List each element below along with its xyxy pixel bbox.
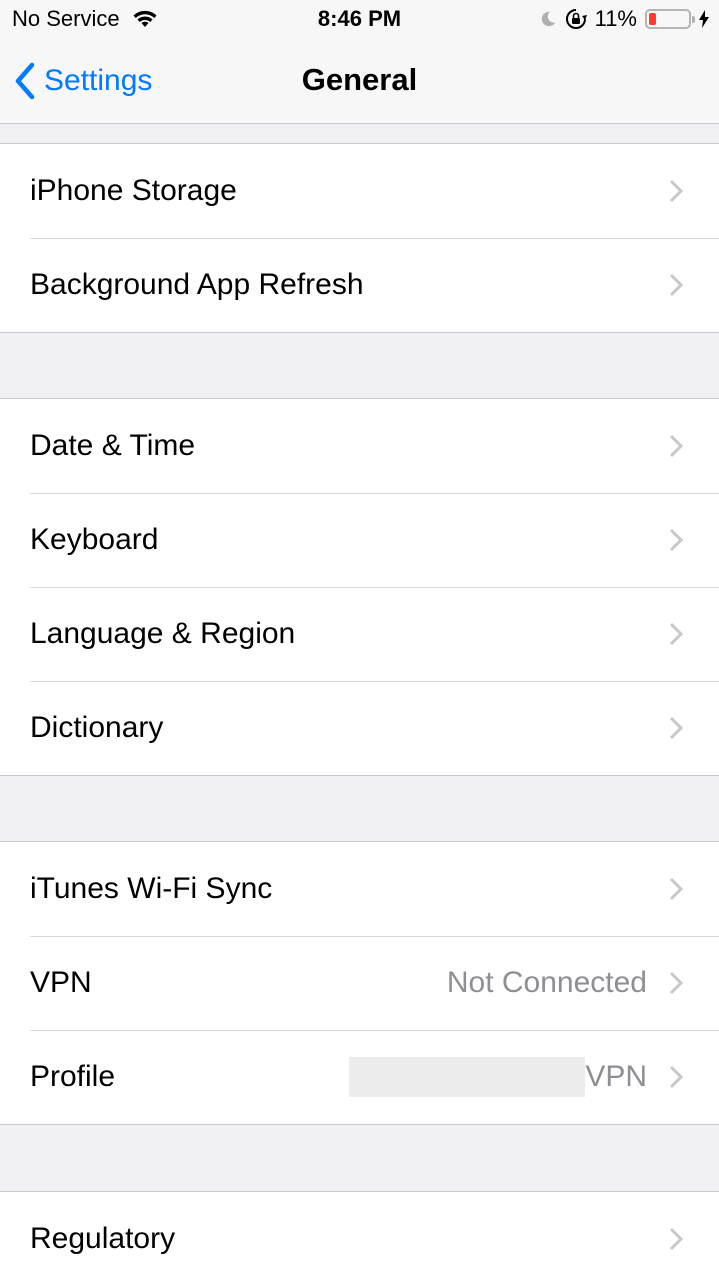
chevron-right-icon <box>669 971 683 995</box>
chevron-left-icon <box>15 62 35 100</box>
redacted-block <box>349 1057 586 1097</box>
row-regulatory[interactable]: Regulatory <box>0 1192 719 1280</box>
row-label: Regulatory <box>30 1222 176 1255</box>
row-label: Background App Refresh <box>30 268 364 301</box>
top-bar: No Service 8:46 PM 11% Settings General <box>0 0 719 124</box>
carrier-label: No Service <box>12 6 120 31</box>
row-keyboard[interactable]: Keyboard <box>0 493 719 587</box>
row-language-region[interactable]: Language & Region <box>0 587 719 681</box>
chevron-right-icon <box>669 179 683 203</box>
do-not-disturb-moon-icon <box>541 11 555 27</box>
row-label: iPhone Storage <box>30 174 237 207</box>
charging-bolt-icon <box>699 10 709 28</box>
chevron-right-icon <box>669 716 683 740</box>
profile-value: VPN <box>585 1060 647 1093</box>
chevron-right-icon <box>669 1227 683 1251</box>
row-label: VPN <box>30 966 92 999</box>
battery-icon <box>645 9 695 29</box>
battery-level <box>649 13 656 25</box>
chevron-right-icon <box>669 434 683 458</box>
settings-group-locale: Date & Time Keyboard Language & Region D… <box>0 398 719 776</box>
row-itunes-wifi-sync[interactable]: iTunes Wi-Fi Sync <box>0 842 719 936</box>
row-label: Keyboard <box>30 523 159 556</box>
row-iphone-storage[interactable]: iPhone Storage <box>0 144 719 238</box>
row-background-app-refresh[interactable]: Background App Refresh <box>0 238 719 332</box>
chevron-right-icon <box>669 622 683 646</box>
row-label: iTunes Wi-Fi Sync <box>30 872 273 905</box>
battery-percent: 11% <box>594 6 637 31</box>
settings-group-storage: iPhone Storage Background App Refresh <box>0 143 719 333</box>
row-vpn[interactable]: VPN Not Connected <box>0 936 719 1030</box>
chevron-right-icon <box>669 1065 683 1089</box>
chevron-right-icon <box>669 273 683 297</box>
row-label: Dictionary <box>30 711 164 744</box>
row-profile[interactable]: Profile VPN <box>0 1030 719 1124</box>
navigation-bar: Settings General <box>0 40 719 124</box>
chevron-right-icon <box>669 528 683 552</box>
settings-group-legal: Regulatory <box>0 1191 719 1280</box>
wifi-icon <box>133 10 157 27</box>
settings-group-network: iTunes Wi-Fi Sync VPN Not Connected Prof… <box>0 841 719 1125</box>
vpn-status-value: Not Connected <box>446 966 647 999</box>
status-bar: No Service 8:46 PM 11% <box>0 0 719 40</box>
row-dictionary[interactable]: Dictionary <box>0 681 719 775</box>
back-button[interactable]: Settings <box>14 62 152 100</box>
row-label: Profile <box>30 1060 116 1093</box>
row-label: Language & Region <box>30 617 296 650</box>
rotation-lock-icon <box>565 9 587 29</box>
row-date-time[interactable]: Date & Time <box>0 399 719 493</box>
back-label: Settings <box>44 64 153 97</box>
row-label: Date & Time <box>30 429 196 462</box>
chevron-right-icon <box>669 877 683 901</box>
